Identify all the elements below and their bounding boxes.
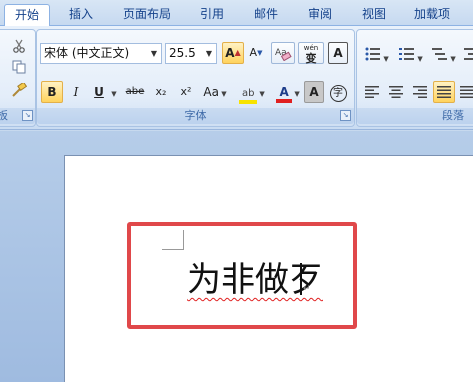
annotation-highlight-box [127, 222, 357, 329]
chevron-down-icon: ▼ [218, 90, 227, 98]
format-painter-button[interactable] [9, 80, 29, 98]
tab-home[interactable]: 开始 [4, 4, 50, 28]
font-color-icon: A [276, 86, 293, 103]
phonetic-guide-char: 变 [305, 52, 317, 65]
tab-mailings[interactable]: 邮件 [244, 4, 288, 26]
distributed-button[interactable] [457, 81, 473, 103]
tab-view[interactable]: 视图 [352, 4, 396, 26]
tab-references[interactable]: 引用 [190, 4, 234, 26]
clipboard-dialog-launcher[interactable]: ↘ [22, 110, 33, 121]
strikethrough-button[interactable]: abe [123, 81, 147, 103]
font-dialog-launcher[interactable]: ↘ [340, 110, 351, 121]
bullets-icon [365, 47, 381, 61]
multilevel-list-button[interactable]: ▼ [429, 43, 459, 65]
text-highlight-button[interactable]: ab ▼ [235, 81, 269, 104]
format-painter-icon [12, 81, 28, 97]
clear-formatting-button[interactable]: Aa [271, 42, 295, 64]
numbering-icon [399, 48, 415, 60]
indent-icon [464, 48, 473, 60]
cut-icon [13, 39, 25, 53]
align-right-button[interactable] [409, 81, 431, 103]
font-size-combo[interactable]: 25.5 ▼ [165, 43, 217, 64]
cut-button[interactable] [9, 36, 29, 54]
bold-button[interactable]: B [41, 81, 63, 103]
chevron-down-icon: ▼ [150, 49, 158, 58]
shrink-font-glyph: A [249, 46, 258, 59]
change-case-label: Aa [203, 85, 219, 99]
align-right-icon [413, 86, 427, 98]
align-left-button[interactable] [361, 81, 383, 103]
ribbon: 板 ↘ 宋体 (中文正文) ▼ 25.5 ▼ A▲ A▼ Aa wén 变 A … [0, 26, 473, 130]
grow-arrow-icon: ▲ [234, 48, 241, 57]
enclose-characters-button[interactable]: 字 [328, 81, 348, 103]
numbering-button[interactable]: ▼ [395, 43, 427, 65]
superscript-button[interactable]: x² [175, 81, 197, 103]
chevron-down-icon: ▼ [448, 55, 456, 63]
enclose-characters-icon: 字 [329, 85, 347, 102]
shrink-arrow-icon: ▼ [257, 49, 263, 57]
paragraph-group-label: 段落 [357, 108, 473, 124]
decrease-indent-button[interactable] [461, 43, 473, 65]
copy-icon [12, 60, 26, 74]
justify-button[interactable] [433, 81, 455, 103]
grow-font-glyph: A [225, 46, 235, 60]
justify-icon [437, 86, 451, 98]
subscript-button[interactable]: x₂ [150, 81, 172, 103]
tab-page-layout[interactable]: 页面布局 [114, 4, 180, 26]
font-name-value: 宋体 (中文正文) [44, 46, 130, 60]
character-border-button[interactable]: A [328, 42, 348, 64]
paragraph-group: ▼ ▼ ▼ 段落 [356, 29, 473, 127]
change-case-button[interactable]: Aa ▼ [199, 81, 231, 103]
font-size-value: 25.5 [169, 46, 196, 60]
font-group: 宋体 (中文正文) ▼ 25.5 ▼ A▲ A▼ Aa wén 变 A B I … [36, 29, 355, 127]
italic-button[interactable]: I [66, 81, 86, 103]
chevron-down-icon: ▼ [257, 90, 265, 98]
underline-button[interactable]: U [89, 81, 109, 103]
font-color-button[interactable]: A ▼ [272, 81, 304, 103]
shrink-font-button[interactable]: A▼ [245, 42, 267, 64]
tab-review[interactable]: 审阅 [298, 4, 342, 26]
clipboard-group: 板 ↘ [0, 29, 36, 127]
underline-dropdown[interactable]: ▼ [109, 81, 119, 103]
align-left-icon [365, 86, 379, 98]
chevron-down-icon: ▼ [205, 49, 213, 58]
character-shading-button[interactable]: A [304, 81, 324, 103]
distributed-icon [460, 86, 473, 98]
ribbon-tab-strip: 开始 插入 页面布局 引用 邮件 审阅 视图 加载项 [0, 0, 473, 28]
highlighter-icon: ab [239, 88, 258, 104]
font-name-combo[interactable]: 宋体 (中文正文) ▼ [40, 43, 162, 64]
tab-insert[interactable]: 插入 [58, 4, 104, 26]
chevron-down-icon: ▼ [111, 90, 117, 98]
font-group-label: 字体 [37, 108, 354, 124]
grow-font-button[interactable]: A▲ [222, 42, 244, 64]
copy-button[interactable] [9, 57, 29, 75]
phonetic-guide-button[interactable]: wén 变 [298, 42, 324, 64]
chevron-down-icon: ▼ [381, 55, 389, 63]
align-center-button[interactable] [385, 81, 407, 103]
chevron-down-icon: ▼ [415, 55, 423, 63]
chevron-down-icon: ▼ [292, 90, 300, 98]
multilevel-list-icon [432, 48, 448, 60]
bullets-button[interactable]: ▼ [361, 43, 393, 65]
clear-formatting-icon: Aa [275, 48, 292, 62]
align-center-icon [389, 86, 403, 98]
tab-addins[interactable]: 加载项 [404, 4, 460, 26]
